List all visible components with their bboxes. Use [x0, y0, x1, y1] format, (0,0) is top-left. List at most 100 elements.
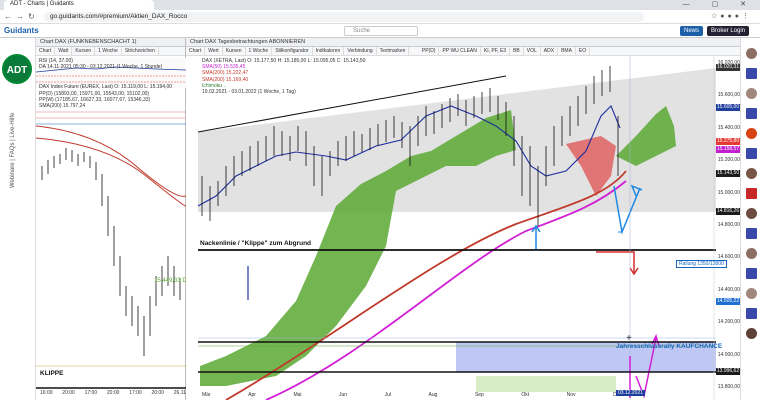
list-icon[interactable]	[746, 268, 757, 279]
avatar-icon[interactable]	[746, 128, 757, 139]
axis-tick: 15.200,00	[717, 157, 740, 164]
toolbar-item[interactable]: BB	[510, 47, 524, 56]
axis-tick: 14.200,00	[717, 319, 740, 326]
main-x-axis: Mär Apr Mai Jun Jul Aug Sep Okt Nov Dez	[202, 392, 622, 398]
toolbar-item[interactable]: Kursen	[223, 47, 246, 56]
toolbar-item[interactable]: Stilkonfigurator	[272, 47, 313, 56]
address-bar-row: ← → ↻ go.guidants.com/#premium/Aktien_DA…	[0, 10, 760, 24]
main-chart-title: Chart DAX Tagesbetrachtungen ABONNIEREN	[186, 38, 740, 47]
axis-tick: 14.000,00	[717, 351, 740, 358]
toolbar-item[interactable]: Textmarken	[377, 47, 410, 56]
app-header: Guidants Suche News Broker Login	[0, 24, 760, 38]
list-icon[interactable]	[746, 228, 757, 239]
toolbar-item[interactable]: PP(D)	[419, 47, 440, 56]
x-tick: Aug	[428, 392, 438, 398]
tab-title: ADT - Charts | Guidants	[10, 1, 74, 7]
x-tick: Nov	[566, 392, 576, 398]
list-icon[interactable]	[746, 108, 757, 119]
x-tick: 26.11	[173, 390, 186, 396]
forward-icon[interactable]: →	[16, 12, 24, 21]
legend-line: SMA(200) 15.797,24	[39, 103, 86, 110]
toolbar-item[interactable]: Wert	[205, 47, 223, 56]
toolbar-item[interactable]: VOL	[524, 47, 541, 56]
price-label: 14.505,22	[716, 298, 740, 305]
x-tick: Jun	[339, 392, 348, 398]
adt-badge[interactable]: ADT	[2, 54, 32, 84]
axis-tick: 15.600,00	[717, 92, 740, 99]
toolbar-item[interactable]: 1 Woche	[246, 47, 273, 56]
x-tick: Mai	[293, 392, 302, 398]
x-tick: Apr	[248, 392, 256, 398]
klippe-label: KLIPPE	[40, 370, 64, 377]
toolbar-item[interactable]: Strichzeichen	[122, 47, 159, 56]
price-label: 15.605,00	[716, 104, 740, 111]
avatar-icon[interactable]	[746, 248, 757, 259]
back-icon[interactable]: ←	[4, 12, 12, 21]
avatar-icon[interactable]	[746, 48, 757, 59]
toolbar-item[interactable]: Verbindung	[344, 47, 377, 56]
main-chart-legend: DAX (XETRA, Last) O: 15.177,50 H: 15.185…	[202, 58, 365, 95]
price-label: 15.143,50	[716, 170, 740, 177]
search-input[interactable]: Suche	[344, 26, 418, 36]
toolbar-item[interactable]: PP WU CLEAN	[439, 47, 481, 56]
window-controls[interactable]: — ▢ ✕	[683, 0, 756, 8]
news-button[interactable]: News	[680, 26, 704, 36]
extension-icons[interactable]: ☆●●●⋮	[711, 12, 752, 20]
axis-tick: 14.600,00	[717, 254, 740, 261]
axis-tick: 15.000,00	[717, 189, 740, 196]
avatar-icon[interactable]	[746, 288, 757, 299]
toolbar-item[interactable]: 1 Woche	[95, 47, 122, 56]
legend-line: DA 14.11.2021 05:30 - 03.12.2021 (1 Woch…	[39, 64, 163, 71]
price-label: 13.996,62	[716, 368, 740, 375]
left-chart-toolbar: Chart Watt Kursen 1 Woche Strichzeichen	[36, 47, 185, 56]
broker-login-button[interactable]: Broker Login	[707, 26, 750, 36]
toolbar-item[interactable]: Chart	[186, 47, 206, 56]
main-chart-panel: Chart DAX Tagesbetrachtungen ABONNIEREN …	[186, 38, 740, 400]
help-links[interactable]: Webinare | FAQs | Live-Hilfe	[10, 113, 16, 188]
axis-tick: 14.800,00	[717, 221, 740, 228]
left-chart-panel: Chart DAX (FUNKNEBENSCHACHT 1) Chart Watt…	[36, 38, 187, 400]
toolbar-item[interactable]: Chart	[36, 47, 56, 56]
price-label: 15.275,80	[716, 138, 740, 145]
axis-tick: 15.400,00	[717, 124, 740, 131]
x-tick: 17:00	[84, 390, 98, 396]
main-chart-toolbar: Chart Wert Kursen 1 Woche Stilkonfigurator In…	[186, 47, 740, 56]
x-tick: 20:00	[106, 390, 120, 396]
list-icon[interactable]	[746, 148, 757, 159]
date-marker: 03.12.2021	[616, 390, 646, 396]
rally-label: Jahresschlussrally KAUFCHANCE	[616, 343, 723, 350]
x-tick: Jul	[384, 392, 391, 398]
legend-line: 19.02.2021 - 03.01.2022 (1 Woche, 1 Tag)	[202, 89, 296, 96]
x-tick: Mär	[202, 392, 211, 398]
avatar-icon[interactable]	[746, 88, 757, 99]
browser-tab[interactable]: ADT - Charts | Guidants	[4, 0, 154, 10]
x-tick: 20:00	[62, 390, 75, 396]
x-tick: Okt	[521, 392, 530, 398]
toolbar-item[interactable]: ADX	[541, 47, 559, 56]
price-label: 16.020,31	[716, 64, 740, 71]
left-x-axis: 16:00 20:00 17:00 20:00 17:00 20:00 26.11	[40, 390, 186, 396]
x-tick: 20:00	[151, 390, 164, 396]
axis-tick: 14.400,00	[717, 286, 740, 293]
url-field[interactable]: go.guidants.com/#premium/Aktien_DAX_Rocc…	[44, 12, 644, 22]
toolbar-item[interactable]: Indikatoren	[313, 47, 345, 56]
toolbar-item[interactable]: Watt	[55, 47, 73, 56]
toolbar-item[interactable]: KI, PF, E3	[481, 47, 511, 56]
price-label: 15.158,57	[716, 146, 740, 153]
neckline-label: Nackenlinie / "Klippe" zum Abgrund	[200, 240, 312, 247]
list-icon[interactable]	[746, 188, 757, 199]
list-icon[interactable]	[746, 308, 757, 319]
legend-line: DAX Index Future (EUREX, Last) O: 15.119…	[39, 84, 173, 91]
avatar-icon[interactable]	[746, 168, 757, 179]
left-chart-title: Chart DAX (FUNKNEBENSCHACHT 1)	[36, 38, 185, 47]
list-icon[interactable]	[746, 68, 757, 79]
right-sidebar	[740, 38, 760, 400]
toolbar-item[interactable]: Kursen	[72, 47, 96, 56]
avatar-icon[interactable]	[746, 208, 757, 219]
reload-icon[interactable]: ↻	[28, 12, 35, 21]
guidants-logo[interactable]: Guidants	[4, 26, 39, 35]
avatar-icon[interactable]	[746, 328, 757, 339]
x-tick: 17:00	[129, 390, 142, 396]
toolbar-item[interactable]: BMA	[558, 47, 576, 56]
toolbar-item[interactable]: EO	[576, 47, 591, 56]
